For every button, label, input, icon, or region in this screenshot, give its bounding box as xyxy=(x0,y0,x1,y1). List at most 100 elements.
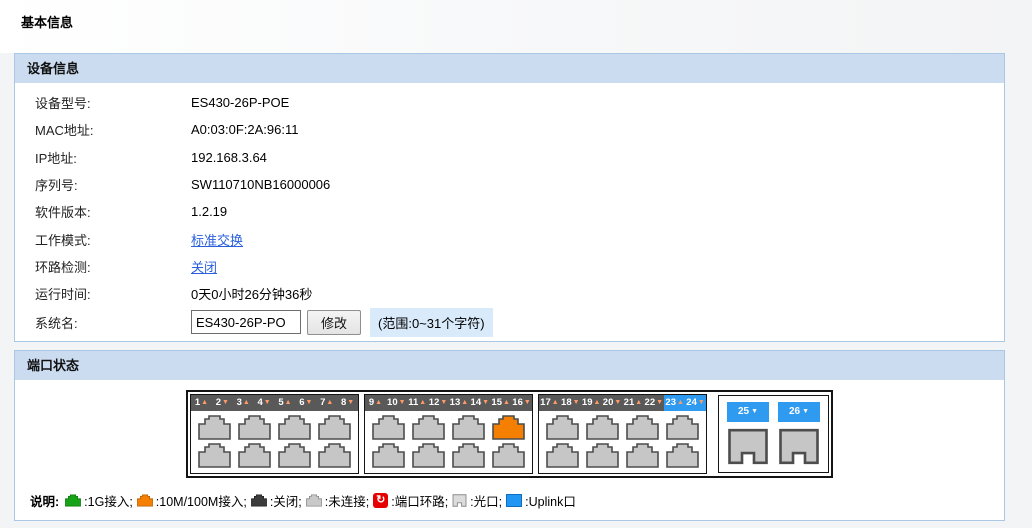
down-triangle-icon: ▼ xyxy=(573,399,580,406)
legend-item: :关闭; xyxy=(251,491,302,510)
info-label: 序列号: xyxy=(35,175,191,194)
port-15[interactable] xyxy=(492,415,525,440)
port-4[interactable] xyxy=(238,443,271,468)
up-triangle-icon: ▲ xyxy=(552,399,559,406)
down-triangle-icon: ▼ xyxy=(305,399,312,406)
port-12[interactable] xyxy=(412,443,445,468)
port-header-5: 5▲ xyxy=(275,395,296,411)
system-name-input[interactable] xyxy=(191,310,301,334)
device-info-header: 设备信息 xyxy=(15,54,1004,83)
port-8[interactable] xyxy=(318,443,351,468)
legend-label: :未连接; xyxy=(325,491,369,510)
info-row: 序列号:SW110710NB16000006 xyxy=(15,171,1004,198)
port-header-23: 23▲ xyxy=(664,395,685,411)
port-group-body xyxy=(191,411,358,473)
port-7[interactable] xyxy=(318,415,351,440)
port-header-17: 17▲ xyxy=(539,395,560,411)
info-label: 环路检测: xyxy=(35,257,191,276)
info-value: A0:03:0F:2A:96:11 xyxy=(191,122,298,137)
port-20[interactable] xyxy=(586,443,619,468)
port-group-9-16: 9▲10▼11▲12▼13▲14▼15▲16▼ xyxy=(364,394,533,474)
loop-icon: ↻ xyxy=(373,493,388,508)
info-label: 设备型号: xyxy=(35,93,191,112)
port-header-6: 6▼ xyxy=(295,395,316,411)
rj45-port-icon xyxy=(306,494,322,507)
system-name-row: 系统名: 修改 (范围:0~31个字符) xyxy=(15,307,1004,337)
info-label: 软件版本: xyxy=(35,202,191,221)
port-3[interactable] xyxy=(238,415,271,440)
port-11[interactable] xyxy=(412,415,445,440)
page-title: 基本信息 xyxy=(0,0,1032,31)
info-label: MAC地址: xyxy=(35,120,191,139)
up-triangle-icon: ▲ xyxy=(419,399,426,406)
down-triangle-icon: ▼ xyxy=(524,399,531,406)
port-14[interactable] xyxy=(452,443,485,468)
port-header-8: 8▼ xyxy=(337,395,358,411)
info-label: 运行时间: xyxy=(35,284,191,303)
port-19[interactable] xyxy=(586,415,619,440)
info-value: ES430-26P-POE xyxy=(191,95,289,110)
info-row: 软件版本:1.2.19 xyxy=(15,198,1004,225)
port-header-7: 7▲ xyxy=(316,395,337,411)
down-triangle-icon: ▼ xyxy=(698,399,705,406)
port-22[interactable] xyxy=(626,443,659,468)
port-21[interactable] xyxy=(626,415,659,440)
info-value-link[interactable]: 标准交换 xyxy=(191,230,243,249)
port-group-header: 9▲10▼11▲12▼13▲14▼15▲16▼ xyxy=(365,395,532,411)
port-header-14: 14▼ xyxy=(469,395,490,411)
up-triangle-icon: ▲ xyxy=(461,399,468,406)
port-status-body: 1▲2▼3▲4▼5▲6▼7▲8▼9▲10▼11▲12▼13▲14▼15▲16▼1… xyxy=(15,380,1004,520)
info-row: 工作模式:标准交换 xyxy=(15,225,1004,252)
port-26[interactable] xyxy=(778,428,820,465)
port-status-panel: 端口状态 1▲2▼3▲4▼5▲6▼7▲8▼9▲10▼11▲12▼13▲14▼15… xyxy=(14,350,1005,521)
port-header-16: 16▼ xyxy=(511,395,532,411)
up-triangle-icon: ▲ xyxy=(594,399,601,406)
port-header-15: 15▲ xyxy=(490,395,511,411)
port-13[interactable] xyxy=(452,415,485,440)
up-triangle-icon: ▲ xyxy=(635,399,642,406)
port-header-19: 19▲ xyxy=(581,395,602,411)
switch-face: 1▲2▼3▲4▼5▲6▼7▲8▼9▲10▼11▲12▼13▲14▼15▲16▼1… xyxy=(186,390,833,478)
port-2[interactable] xyxy=(198,443,231,468)
down-triangle-icon: ▼ xyxy=(614,399,621,406)
port-header-18: 18▼ xyxy=(560,395,581,411)
port-10[interactable] xyxy=(372,443,405,468)
fiber-port-icon xyxy=(452,494,467,507)
port-status-header: 端口状态 xyxy=(15,351,1004,380)
port-6[interactable] xyxy=(278,443,311,468)
port-header-9: 9▲ xyxy=(365,395,386,411)
port-9[interactable] xyxy=(372,415,405,440)
port-24[interactable] xyxy=(666,443,699,468)
legend-label: :Uplink口 xyxy=(525,491,576,510)
port-16[interactable] xyxy=(492,443,525,468)
port-1[interactable] xyxy=(198,415,231,440)
legend-label: :1G接入; xyxy=(84,491,133,510)
port-header-13: 13▲ xyxy=(449,395,470,411)
port-header-3: 3▲ xyxy=(233,395,254,411)
legend-item: :1G接入; xyxy=(65,491,133,510)
info-value: 0天0小时26分钟36秒 xyxy=(191,284,312,303)
port-25[interactable] xyxy=(727,428,769,465)
port-5[interactable] xyxy=(278,415,311,440)
device-info-body: 设备型号:ES430-26P-POEMAC地址:A0:03:0F:2A:96:1… xyxy=(15,83,1004,341)
port-17[interactable] xyxy=(546,415,579,440)
port-header-4: 4▼ xyxy=(254,395,275,411)
info-label: 工作模式: xyxy=(35,230,191,249)
port-header-20: 20▼ xyxy=(602,395,623,411)
port-header-22: 22▼ xyxy=(643,395,664,411)
info-value: 192.168.3.64 xyxy=(191,150,267,165)
port-group-header: 17▲18▼19▲20▼21▲22▼23▲24▼ xyxy=(539,395,706,411)
up-triangle-icon: ▲ xyxy=(503,399,510,406)
up-triangle-icon: ▲ xyxy=(201,399,208,406)
info-value-link[interactable]: 关闭 xyxy=(191,257,217,276)
legend-label: :10M/100M接入; xyxy=(156,491,247,510)
port-23[interactable] xyxy=(666,415,699,440)
legend-label: :关闭; xyxy=(270,491,302,510)
port-header-10: 10▼ xyxy=(386,395,407,411)
legend-label: :端口环路; xyxy=(391,491,448,510)
port-18[interactable] xyxy=(546,443,579,468)
port-group-header: 1▲2▼3▲4▼5▲6▼7▲8▼ xyxy=(191,395,358,411)
legend-item: :未连接; xyxy=(306,491,369,510)
port-header-2: 2▼ xyxy=(212,395,233,411)
modify-button[interactable]: 修改 xyxy=(307,310,361,335)
